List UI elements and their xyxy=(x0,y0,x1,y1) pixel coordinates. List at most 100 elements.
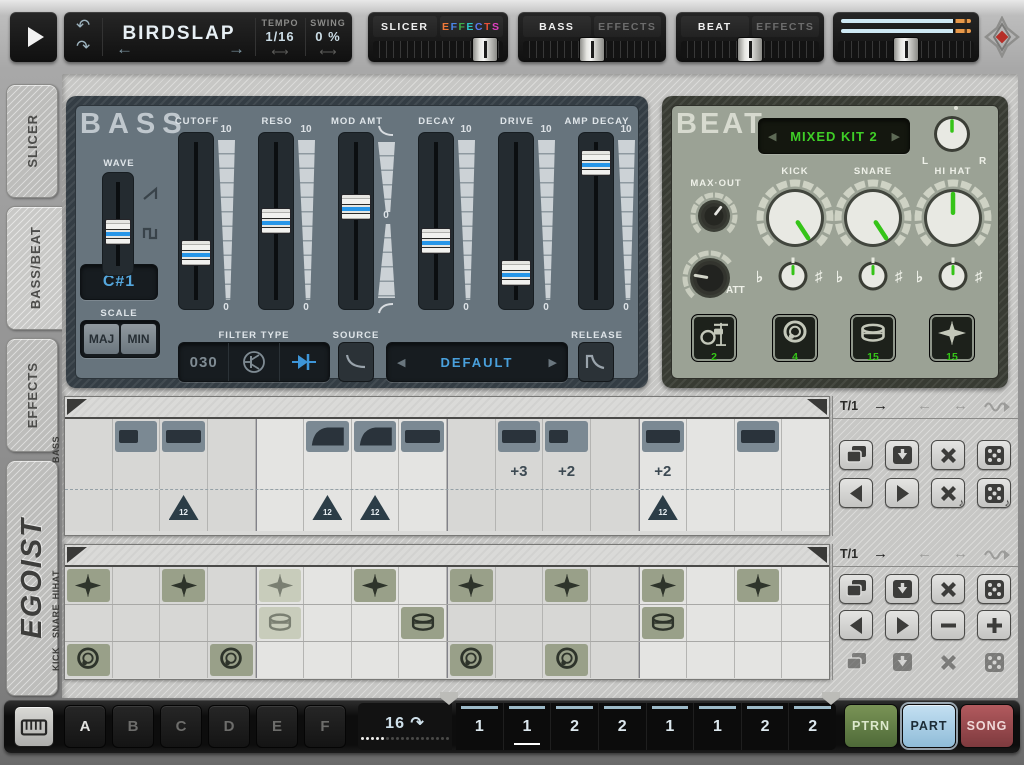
step-cell[interactable] xyxy=(687,490,735,531)
step-cell[interactable] xyxy=(543,567,591,604)
paste-button[interactable] xyxy=(885,574,919,604)
slide-marker[interactable]: 12 xyxy=(169,495,199,520)
bass-note-cell[interactable] xyxy=(160,419,208,454)
copy-button[interactable] xyxy=(839,574,873,604)
bass-level-thumb[interactable] xyxy=(579,37,605,62)
step-cell[interactable]: 12 xyxy=(639,490,688,531)
kick-step[interactable] xyxy=(67,644,110,676)
kick-volume-knob[interactable] xyxy=(753,176,837,265)
step-cell[interactable] xyxy=(639,605,688,641)
step-cell[interactable]: +2 xyxy=(543,454,591,489)
kick-step[interactable] xyxy=(210,644,253,676)
slicer-level-thumb[interactable] xyxy=(472,37,498,62)
step-cell[interactable] xyxy=(543,605,591,641)
bass-note-cell[interactable] xyxy=(399,419,447,454)
delete-button[interactable] xyxy=(931,440,965,470)
hihat-step[interactable] xyxy=(162,569,205,602)
kit-prev-arrow[interactable]: ◀ xyxy=(768,130,776,143)
step-cell[interactable] xyxy=(496,605,544,641)
seq-ruler[interactable] xyxy=(65,545,829,567)
hihat-step[interactable] xyxy=(642,569,685,602)
slicer-tab-slicer[interactable]: SLICER xyxy=(373,16,437,37)
next-pattern-arrow[interactable]: → xyxy=(228,39,245,59)
step-cell[interactable] xyxy=(735,605,783,641)
hihat-pitch-knob[interactable] xyxy=(933,256,973,301)
drum-pad-hihat[interactable]: 15 xyxy=(929,314,975,362)
bass-note-full[interactable] xyxy=(162,421,205,452)
kick-pitch-knob[interactable] xyxy=(773,256,813,301)
bass-note-curve[interactable] xyxy=(354,421,397,452)
pattern-button-e[interactable]: E xyxy=(256,705,298,748)
step-cell[interactable] xyxy=(256,605,305,641)
random-button-disabled[interactable] xyxy=(977,647,1011,677)
slider-reso[interactable] xyxy=(258,132,294,310)
hihat-step[interactable] xyxy=(450,569,493,602)
part-cell-5[interactable]: 1 xyxy=(647,703,695,750)
beat-level-slider[interactable] xyxy=(681,41,819,58)
step-cell[interactable] xyxy=(256,567,305,604)
step-cell[interactable] xyxy=(256,490,305,531)
bass-note-cell[interactable] xyxy=(735,419,783,454)
wave-slider-thumb[interactable] xyxy=(105,219,131,245)
step-cell[interactable] xyxy=(208,605,256,641)
expand-arrow[interactable]: ↔ xyxy=(953,545,968,562)
hihat-volume-knob[interactable] xyxy=(911,176,995,265)
bass-level-slider[interactable] xyxy=(523,41,661,58)
sidebar-tab-slicer[interactable]: SLICER xyxy=(6,84,58,198)
step-cell[interactable] xyxy=(352,605,400,641)
drum-pad-kick[interactable]: 4 xyxy=(772,314,818,362)
step-cell[interactable] xyxy=(65,454,113,489)
step-cell[interactable] xyxy=(543,642,591,678)
slider-mod-amt[interactable] xyxy=(338,132,374,310)
step-cell[interactable] xyxy=(782,642,829,678)
step-cell[interactable] xyxy=(399,642,447,678)
swing-value[interactable]: 0 % xyxy=(306,29,350,44)
step-cell[interactable] xyxy=(447,642,496,678)
step-cell[interactable] xyxy=(782,605,829,641)
step-cell[interactable] xyxy=(208,454,256,489)
step-cell[interactable] xyxy=(591,419,639,454)
slide-marker[interactable]: 12 xyxy=(360,495,390,520)
step-cell[interactable] xyxy=(208,419,256,454)
scale-major-button[interactable]: MAJ xyxy=(84,324,119,354)
step-cell[interactable] xyxy=(65,490,113,531)
step-cell[interactable]: 12 xyxy=(160,490,208,531)
step-cell[interactable] xyxy=(304,567,352,604)
snare-step[interactable] xyxy=(401,607,444,639)
random-button[interactable] xyxy=(977,440,1011,470)
step-cell[interactable] xyxy=(65,605,113,641)
swing-drag-icon[interactable]: ⟷ xyxy=(306,45,350,59)
step-cell[interactable] xyxy=(687,642,735,678)
bass-note-cell[interactable] xyxy=(496,419,544,454)
step-cell[interactable] xyxy=(496,567,544,604)
hihat-step[interactable] xyxy=(545,569,588,602)
bass-tab-bass[interactable]: BASS xyxy=(523,16,591,37)
step-cell[interactable]: 12 xyxy=(352,490,400,531)
paste-button-disabled[interactable] xyxy=(885,647,919,677)
hihat-step[interactable] xyxy=(67,569,110,602)
att-knob[interactable] xyxy=(680,248,740,313)
step-cell[interactable] xyxy=(208,490,256,531)
pattern-length-panel[interactable]: 16 ↷ xyxy=(358,703,452,750)
step-cell[interactable] xyxy=(447,567,496,604)
delete-button[interactable] xyxy=(931,574,965,604)
step-cell[interactable] xyxy=(65,642,113,678)
kick-step[interactable] xyxy=(545,644,588,676)
copy-button[interactable] xyxy=(839,440,873,470)
scramble-arrow-icon[interactable] xyxy=(983,400,1011,418)
shift-left-button[interactable] xyxy=(839,478,873,508)
slide-marker[interactable]: 12 xyxy=(312,495,342,520)
transistor-filter-icon[interactable] xyxy=(228,343,278,381)
slider-amp-decay[interactable] xyxy=(578,132,614,310)
shift-right-button[interactable] xyxy=(885,610,919,640)
part-cell-4[interactable]: 2 xyxy=(599,703,647,750)
slider-decay[interactable] xyxy=(418,132,454,310)
copy-button-disabled[interactable] xyxy=(839,647,873,677)
step-cell[interactable] xyxy=(160,454,208,489)
slider-decay-thumb[interactable] xyxy=(421,228,451,254)
hihat-step[interactable] xyxy=(737,569,780,602)
delete-note-button[interactable]: ♪ xyxy=(931,478,965,508)
step-cell[interactable] xyxy=(208,642,256,678)
mode-button-song[interactable]: SONG xyxy=(960,704,1014,748)
shift-left-arrow[interactable]: ← xyxy=(917,545,932,562)
